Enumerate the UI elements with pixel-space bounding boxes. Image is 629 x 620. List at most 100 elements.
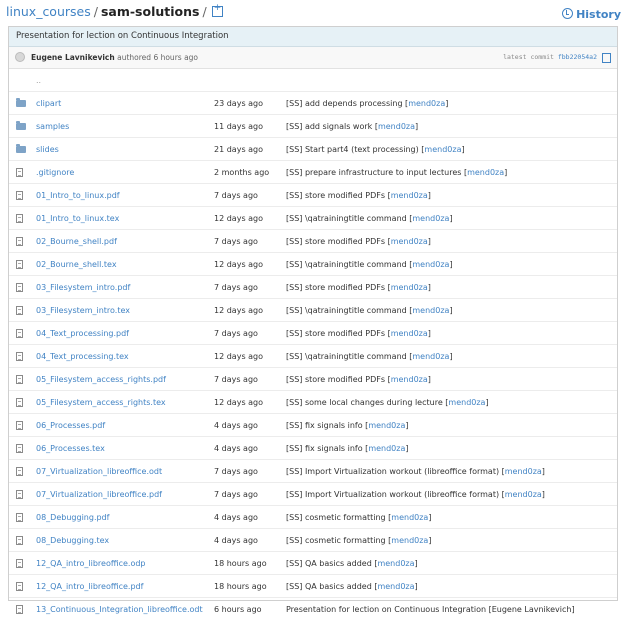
commit-message-link[interactable]: [SS] \qatrainingtitle command [ <box>286 306 412 315</box>
commit-message-link[interactable]: [SS] QA basics added [ <box>286 559 377 568</box>
commit-message-link[interactable]: [SS] QA basics added [ <box>286 582 377 591</box>
commit-message-link[interactable]: [SS] add signals work [ <box>286 122 378 131</box>
table-row: .gitignore2 months ago[SS] prepare infra… <box>9 161 617 184</box>
commit-message-link[interactable]: [SS] prepare infrastructure to input lec… <box>286 168 467 177</box>
commit-message-tail: ] <box>449 260 452 269</box>
file-link[interactable]: 03_Filesystem_intro.tex <box>36 306 130 315</box>
commit-author[interactable]: Eugene Lavnikevich <box>31 53 115 62</box>
row-age: 4 days ago <box>214 529 286 552</box>
folder-icon <box>16 123 26 130</box>
file-link[interactable]: 02_Bourne_shell.pdf <box>36 237 117 246</box>
commit-user-link[interactable]: mend0za <box>467 168 504 177</box>
file-link[interactable]: 01_Intro_to_linux.pdf <box>36 191 120 200</box>
commit-user-link[interactable]: mend0za <box>391 513 428 522</box>
file-link[interactable]: 05_Filesystem_access_rights.pdf <box>36 375 166 384</box>
commit-user-link[interactable]: mend0za <box>391 283 428 292</box>
file-link[interactable]: 08_Debugging.pdf <box>36 513 109 522</box>
commit-user-link[interactable]: mend0za <box>424 145 461 154</box>
commit-user-link[interactable]: mend0za <box>378 122 415 131</box>
commit-message-link[interactable]: [SS] Import Virtualization workout (libr… <box>286 467 505 476</box>
file-link[interactable]: 05_Filesystem_access_rights.tex <box>36 398 166 407</box>
row-icon-cell <box>9 299 36 322</box>
folder-link[interactable]: slides <box>36 145 59 154</box>
commit-message-link[interactable]: [SS] fix signals info [ <box>286 421 368 430</box>
table-row: 07_Virtualization_libreoffice.odt7 days … <box>9 460 617 483</box>
commit-user-link[interactable]: mend0za <box>391 329 428 338</box>
file-link[interactable]: 06_Processes.tex <box>36 444 105 453</box>
commit-user-link[interactable]: mend0za <box>391 191 428 200</box>
new-file-icon[interactable] <box>212 6 223 17</box>
parent-dir-link[interactable]: .. <box>36 69 214 92</box>
breadcrumb-repo-link[interactable]: linux_courses <box>6 4 91 19</box>
file-link[interactable]: 07_Virtualization_libreoffice.pdf <box>36 490 162 499</box>
row-name-cell: 04_Text_processing.tex <box>36 345 214 368</box>
copy-sha-icon[interactable] <box>602 53 611 63</box>
file-link[interactable]: 04_Text_processing.tex <box>36 352 129 361</box>
row-message-cell: [SS] store modified PDFs [mend0za] <box>286 276 617 299</box>
file-link[interactable]: 13_Continuous_Integration_libreoffice.od… <box>36 605 203 614</box>
file-link[interactable]: 12_QA_intro_libreoffice.pdf <box>36 582 143 591</box>
history-link[interactable]: History <box>562 7 621 21</box>
commit-message-link[interactable]: [SS] Import Virtualization workout (libr… <box>286 490 505 499</box>
commit-authored-label: authored <box>117 53 151 62</box>
row-message-cell: [SS] \qatrainingtitle command [mend0za] <box>286 207 617 230</box>
row-icon-cell <box>9 115 36 138</box>
file-link[interactable]: 06_Processes.pdf <box>36 421 105 430</box>
row-icon-cell <box>9 207 36 230</box>
file-link[interactable]: 04_Text_processing.pdf <box>36 329 129 338</box>
commit-message-link[interactable]: [SS] \qatrainingtitle command [ <box>286 214 412 223</box>
commit-message-link[interactable]: [SS] cosmetic formatting [ <box>286 536 391 545</box>
commit-user-link[interactable]: mend0za <box>412 352 449 361</box>
commit-user-link[interactable]: mend0za <box>412 306 449 315</box>
commit-user-link[interactable]: mend0za <box>377 559 414 568</box>
commit-user-link[interactable]: mend0za <box>368 444 405 453</box>
file-link[interactable]: 07_Virtualization_libreoffice.odt <box>36 467 162 476</box>
commit-message-link[interactable]: [SS] store modified PDFs [ <box>286 375 391 384</box>
row-name-cell: 08_Debugging.tex <box>36 529 214 552</box>
commit-message-tail: ] <box>445 99 448 108</box>
commit-message-link[interactable]: [SS] store modified PDFs [ <box>286 329 391 338</box>
commit-user-link[interactable]: mend0za <box>368 421 405 430</box>
table-row-parent-dir[interactable]: .. <box>9 69 617 92</box>
commit-user-link[interactable]: mend0za <box>391 375 428 384</box>
row-age: 7 days ago <box>214 184 286 207</box>
commit-message-link[interactable]: [SS] store modified PDFs [ <box>286 237 391 246</box>
commit-sha-link[interactable]: fbb22054a2 <box>558 53 597 61</box>
commit-message-link[interactable]: [SS] Start part4 (text processing) [ <box>286 145 424 154</box>
row-icon-cell <box>9 414 36 437</box>
file-link[interactable]: 01_Intro_to_linux.tex <box>36 214 119 223</box>
row-name-cell: 02_Bourne_shell.tex <box>36 253 214 276</box>
commit-message-tail: ] <box>428 513 431 522</box>
file-link[interactable]: 12_QA_intro_libreoffice.odp <box>36 559 146 568</box>
folder-link[interactable]: clipart <box>36 99 61 108</box>
commit-message-link[interactable]: [SS] store modified PDFs [ <box>286 191 391 200</box>
commit-user-link[interactable]: mend0za <box>412 260 449 269</box>
commit-message-link[interactable]: [SS] cosmetic formatting [ <box>286 513 391 522</box>
commit-message-link[interactable]: [SS] add depends processing [ <box>286 99 408 108</box>
table-row: 08_Debugging.tex 4 days ago[SS] cosmetic … <box>9 529 617 552</box>
file-link[interactable]: 03_Filesystem_intro.pdf <box>36 283 130 292</box>
commit-user-link[interactable]: mend0za <box>391 536 428 545</box>
folder-link[interactable]: samples <box>36 122 69 131</box>
row-message-cell: [SS] store modified PDFs [mend0za] <box>286 184 617 207</box>
commit-user-link[interactable]: mend0za <box>505 490 542 499</box>
commit-message-link[interactable]: [SS] store modified PDFs [ <box>286 283 391 292</box>
commit-user-link[interactable]: mend0za <box>377 582 414 591</box>
latest-commit-message: Presentation for lection on Continuous I… <box>9 27 617 47</box>
commit-message-link[interactable]: [SS] fix signals info [ <box>286 444 368 453</box>
commit-message-link[interactable]: [SS] \qatrainingtitle command [ <box>286 260 412 269</box>
file-link[interactable]: 02_Bourne_shell.tex <box>36 260 117 269</box>
commit-user-link[interactable]: mend0za <box>448 398 485 407</box>
row-age: 7 days ago <box>214 276 286 299</box>
commit-user-link[interactable]: mend0za <box>408 99 445 108</box>
commit-message-link[interactable]: [SS] some local changes during lecture [ <box>286 398 448 407</box>
commit-message-link[interactable]: Presentation for lection on Continuous I… <box>286 605 575 614</box>
commit-message-link[interactable]: [SS] \qatrainingtitle command [ <box>286 352 412 361</box>
file-link[interactable]: 08_Debugging.tex <box>36 536 109 545</box>
row-name-cell: 06_Processes.tex <box>36 437 214 460</box>
file-link[interactable]: .gitignore <box>36 168 74 177</box>
commit-user-link[interactable]: mend0za <box>412 214 449 223</box>
commit-user-link[interactable]: mend0za <box>391 237 428 246</box>
table-row: 01_Intro_to_linux.pdf 7 days ago[SS] stor… <box>9 184 617 207</box>
commit-user-link[interactable]: mend0za <box>505 467 542 476</box>
